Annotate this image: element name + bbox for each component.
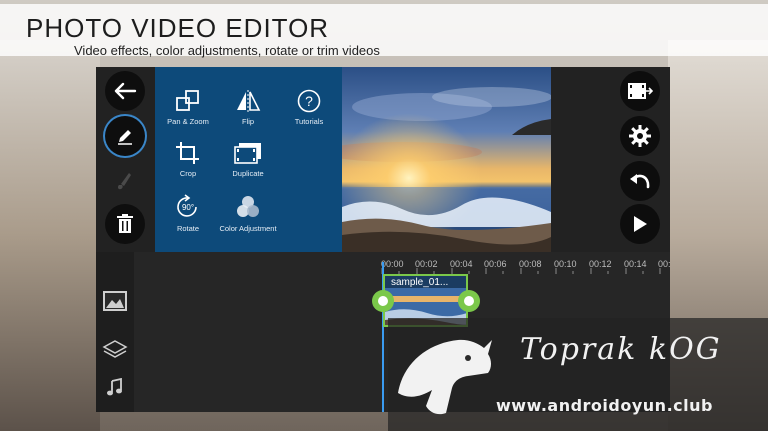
help-icon: ? [297, 89, 321, 113]
header-banner: PHOTO VIDEO EDITOR Video effects, color … [0, 4, 768, 58]
sunset-preview-image [342, 67, 551, 252]
crop-icon [176, 142, 199, 164]
back-arrow-icon [114, 82, 137, 100]
music-note-icon [107, 377, 122, 396]
video-preview[interactable] [342, 67, 551, 252]
image-track-icon [103, 291, 127, 311]
undo-button[interactable] [620, 161, 660, 201]
delete-button[interactable] [105, 204, 145, 244]
export-video-icon [628, 83, 653, 99]
flip-icon [237, 90, 261, 112]
menu-item-tutorials[interactable]: ? Tutorials [278, 87, 340, 139]
menu-item-label: Color Adjustment [219, 224, 277, 233]
rotate-badge: 90° [182, 203, 194, 212]
rotate-icon: 90° [177, 194, 197, 217]
menu-item-duplicate[interactable]: Duplicate [217, 139, 279, 191]
ruler-tick-marks [381, 268, 661, 274]
color-adjustment-icon [237, 196, 259, 217]
watermark-name: Toprak kOG [520, 332, 722, 367]
watermark-banner: Toprak kOG www.androidoyun.club [388, 318, 768, 431]
svg-text:?: ? [305, 93, 313, 109]
music-track-button[interactable] [105, 377, 125, 403]
menu-item-crop[interactable]: Crop [157, 139, 219, 191]
brush-button[interactable] [105, 161, 145, 201]
menu-item-label: Flip [241, 117, 255, 126]
menu-item-label: Rotate [176, 224, 200, 233]
layers-button[interactable] [102, 339, 128, 366]
trim-handle-dot [464, 296, 474, 306]
trim-handle-start[interactable] [372, 290, 394, 312]
menu-item-pan-zoom[interactable]: Pan & Zoom [157, 87, 219, 139]
page-title: PHOTO VIDEO EDITOR [26, 13, 330, 43]
menu-item-flip[interactable]: Flip [217, 87, 279, 139]
watermark-url: www.androidoyun.club [496, 396, 713, 415]
layers-icon [102, 340, 128, 358]
settings-button[interactable] [620, 116, 660, 156]
track-icons-column [96, 252, 134, 412]
edit-menu: Pan & Zoom Flip ? Tutorials Crop Duplica… [155, 67, 342, 252]
clip-name: sample_01... [391, 277, 449, 288]
menu-item-rotate[interactable]: 90° Rotate [157, 192, 219, 244]
wolf-logo [398, 339, 492, 415]
trim-handle-end[interactable] [458, 290, 480, 312]
play-icon [634, 216, 647, 232]
brush-icon [117, 173, 131, 190]
duplicate-icon [234, 143, 261, 164]
right-toolbar [551, 67, 670, 252]
menu-item-label: Duplicate [232, 169, 264, 178]
edit-button[interactable] [105, 116, 145, 156]
export-button[interactable] [620, 71, 660, 111]
trim-handle-dot [378, 296, 388, 306]
pan-zoom-icon [176, 90, 199, 111]
background-blur-left [0, 40, 100, 431]
image-track-button[interactable] [102, 290, 128, 317]
pencil-icon [118, 130, 132, 145]
menu-item-color-adjustment[interactable]: Color Adjustment [215, 192, 281, 244]
trash-icon [117, 214, 133, 233]
menu-item-label: Pan & Zoom [167, 117, 209, 126]
gear-icon [629, 125, 651, 147]
menu-item-label: Tutorials [294, 117, 324, 126]
page-subtitle: Video effects, color adjustments, rotate… [74, 43, 380, 58]
play-button[interactable] [620, 204, 660, 244]
left-toolbar [96, 67, 155, 252]
back-button[interactable] [105, 71, 145, 111]
menu-item-label: Crop [179, 169, 197, 178]
undo-icon [630, 174, 650, 189]
